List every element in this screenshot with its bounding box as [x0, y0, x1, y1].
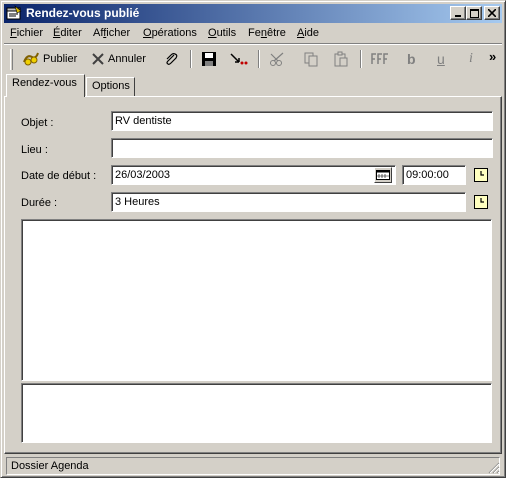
location-field[interactable] — [111, 138, 493, 158]
calendar-picker-button[interactable] — [374, 167, 392, 183]
menu-outils[interactable]: Outils — [208, 27, 236, 39]
font-icon — [371, 53, 388, 64]
send-arrow-icon — [230, 53, 248, 65]
cancel-x-icon — [92, 53, 104, 65]
menu-fichier[interactable]: Fichier — [10, 27, 43, 39]
menu-fenetre[interactable]: Fenêtre — [248, 27, 286, 39]
tab-rendez-vous[interactable]: Rendez-vous — [6, 74, 85, 97]
floppy-disk-icon — [202, 52, 216, 66]
publish-button[interactable]: Publier — [19, 48, 80, 70]
toolbar-grip[interactable] — [10, 49, 13, 70]
send-button[interactable] — [226, 48, 252, 70]
bold-label: b — [407, 51, 416, 67]
toolbar: Publier Annuler b u i » — [4, 45, 502, 73]
italic-label: i — [469, 51, 473, 66]
clock-icon — [474, 195, 488, 209]
window-title: Rendez-vous publié — [26, 6, 140, 20]
start-time-field[interactable]: 09:00:00 — [402, 165, 466, 185]
resize-grip-icon[interactable] — [488, 462, 500, 474]
duration-label: Durée : — [21, 197, 58, 209]
duration-field[interactable]: 3 Heures — [111, 192, 466, 212]
menu-bar: Fichier Éditer Afficher Opérations Outil… — [4, 24, 502, 43]
overflow-chevron-icon: » — [489, 48, 497, 64]
menu-operations[interactable]: Opérations — [143, 27, 197, 39]
maximize-icon — [469, 8, 479, 18]
save-button[interactable] — [198, 48, 220, 70]
start-date-field[interactable]: 26/03/2003 — [111, 165, 396, 185]
attach-button[interactable] — [160, 48, 182, 70]
copy-icon — [304, 52, 318, 67]
menu-editer[interactable]: Éditer — [53, 27, 82, 39]
location-label: Lieu : — [21, 144, 48, 156]
status-bar: Dossier Agenda — [4, 456, 502, 476]
status-text: Dossier Agenda — [11, 460, 89, 472]
title-bar[interactable]: Rendez-vous publié — [4, 4, 502, 23]
toolbar-overflow-button[interactable]: » — [486, 45, 499, 67]
toolbar-separator — [360, 50, 362, 68]
duration-value: 3 Heures — [115, 196, 160, 208]
paste-icon — [334, 51, 348, 67]
cancel-button[interactable]: Annuler — [88, 48, 149, 70]
toolbar-separator — [190, 50, 192, 68]
notes-textarea[interactable] — [21, 219, 492, 381]
tab-strip: Rendez-vous Options — [4, 74, 502, 97]
maximize-button[interactable] — [466, 6, 482, 20]
publish-label: Publier — [43, 53, 78, 65]
calendar-icon — [376, 170, 390, 180]
clock-icon — [474, 168, 488, 182]
tab-options[interactable]: Options — [86, 77, 135, 97]
scissors-icon — [270, 52, 284, 66]
underline-button[interactable]: u — [434, 48, 448, 70]
appointment-window: Rendez-vous publié Fichier Éditer Affich… — [0, 0, 506, 478]
font-button[interactable] — [368, 48, 394, 70]
menu-aide[interactable]: Aide — [297, 27, 319, 39]
tab-rendez-vous-label: Rendez-vous — [12, 77, 77, 89]
minimize-button[interactable] — [450, 6, 466, 20]
close-button[interactable] — [484, 6, 500, 20]
subject-field[interactable]: RV dentiste — [111, 111, 493, 131]
appointment-app-icon[interactable] — [6, 5, 22, 21]
appointment-panel: Objet : RV dentiste Lieu : Date de début… — [4, 96, 502, 454]
menu-afficher[interactable]: Afficher — [93, 27, 130, 39]
time-picker-button[interactable] — [473, 167, 489, 183]
publish-icon — [23, 52, 39, 66]
italic-button[interactable]: i — [466, 48, 476, 70]
toolbar-separator — [258, 50, 260, 68]
start-date-value: 26/03/2003 — [115, 169, 171, 181]
start-date-label: Date de début : — [21, 170, 97, 182]
status-pane: Dossier Agenda — [6, 457, 500, 475]
start-time-value: 09:00:00 — [406, 169, 449, 181]
close-icon — [488, 9, 496, 17]
underline-label: u — [437, 51, 445, 67]
copy-button[interactable] — [300, 48, 322, 70]
bold-button[interactable]: b — [404, 48, 419, 70]
cancel-label: Annuler — [108, 53, 146, 65]
tab-options-label: Options — [92, 80, 130, 92]
minimize-icon — [455, 15, 461, 17]
paste-button[interactable] — [330, 48, 352, 70]
paperclip-icon — [166, 53, 178, 65]
attachments-area[interactable] — [21, 383, 492, 443]
cut-button[interactable] — [266, 48, 290, 70]
duration-picker-button[interactable] — [473, 194, 489, 210]
subject-label: Objet : — [21, 117, 54, 129]
